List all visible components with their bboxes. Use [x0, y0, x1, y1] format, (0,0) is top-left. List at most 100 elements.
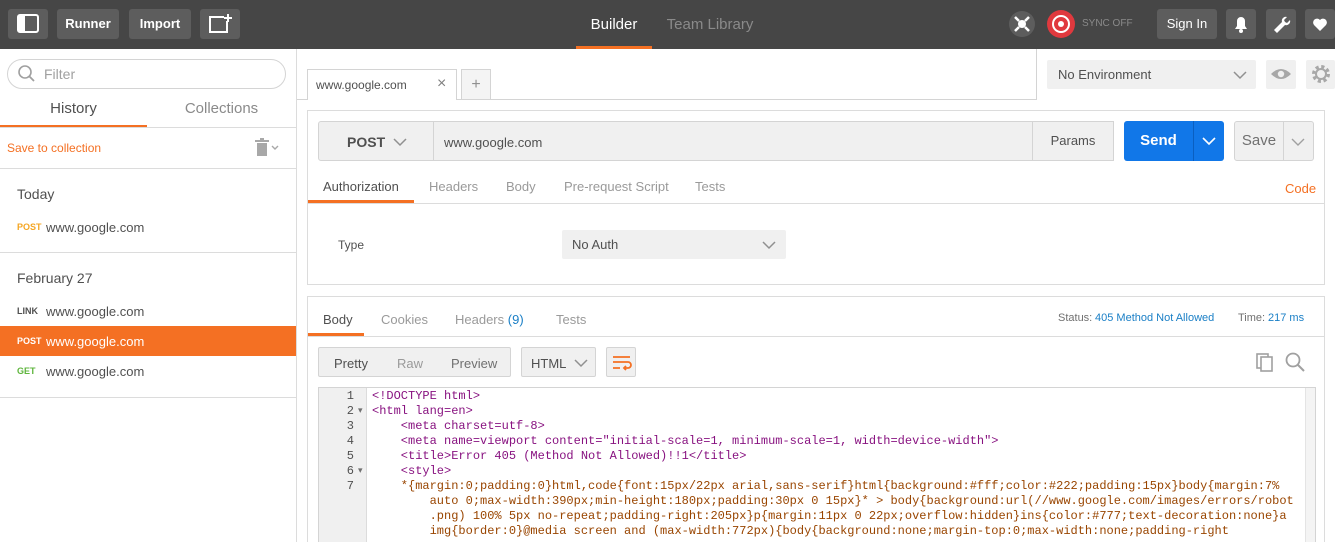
- history-item[interactable]: POST www.google.com: [0, 212, 296, 242]
- settings-button[interactable]: [1266, 9, 1296, 39]
- environment-select[interactable]: No Environment: [1047, 60, 1256, 89]
- chevron-down-icon: [574, 359, 588, 368]
- new-tab-button[interactable]: +: [461, 69, 491, 100]
- history-url: www.google.com: [46, 334, 145, 349]
- tab-history[interactable]: History: [0, 97, 147, 128]
- manage-environments-button[interactable]: [1306, 60, 1335, 89]
- code-text: .png) 100% 5px no-repeat;padding-right:2…: [372, 509, 1287, 523]
- sign-in-button[interactable]: Sign In: [1157, 9, 1217, 39]
- interceptor-button[interactable]: [1006, 9, 1038, 39]
- save-options-button[interactable]: [1284, 121, 1314, 161]
- trash-icon: [255, 138, 279, 156]
- code-text: img{border:0}@media screen and (max-widt…: [372, 524, 1229, 538]
- copy-icon: [1256, 353, 1273, 372]
- runner-button[interactable]: Runner: [57, 9, 119, 39]
- params-button[interactable]: Params: [1032, 121, 1114, 161]
- method-badge: POST: [17, 222, 42, 232]
- tab-response-body[interactable]: Body: [323, 312, 353, 327]
- save-to-collection-link[interactable]: Save to collection: [7, 141, 101, 155]
- auth-type-value: No Auth: [572, 237, 619, 252]
- new-window-icon: [209, 13, 232, 33]
- auth-type-select[interactable]: No Auth: [562, 230, 786, 259]
- send-options-button[interactable]: [1193, 121, 1224, 161]
- format-select[interactable]: HTML: [521, 347, 596, 377]
- method-label: POST: [347, 134, 386, 150]
- code-line: img{border:0}@media screen and (max-widt…: [372, 524, 1229, 538]
- quick-look-button[interactable]: [1266, 60, 1296, 89]
- tab-tests[interactable]: Tests: [695, 179, 725, 194]
- filter-box[interactable]: [7, 59, 286, 89]
- tab-response-tests[interactable]: Tests: [556, 312, 586, 327]
- favorites-button[interactable]: [1305, 9, 1335, 39]
- tab-authorization[interactable]: Authorization: [323, 179, 399, 194]
- wrench-icon: [1274, 16, 1291, 33]
- line-number: 7: [346, 479, 354, 493]
- copy-button[interactable]: [1254, 351, 1276, 373]
- tabs-divider: [0, 127, 296, 128]
- history-item[interactable]: GET www.google.com: [0, 356, 296, 386]
- headers-count: (9): [507, 312, 524, 327]
- group-divider: [0, 252, 296, 253]
- search-icon: [1285, 352, 1305, 372]
- send-button[interactable]: Send: [1124, 121, 1193, 161]
- request-tab-label: www.google.com: [316, 78, 407, 92]
- chevron-down-icon: [1233, 71, 1247, 80]
- sync-button[interactable]: SYNC OFF: [1045, 9, 1140, 39]
- code-text: <meta name=viewport content="initial-sca…: [372, 434, 999, 448]
- code-line: <meta charset=utf-8>: [372, 419, 545, 433]
- tab-response-headers[interactable]: Headers (9): [455, 312, 524, 327]
- sidebar: History Collections Save to collection T…: [0, 49, 297, 542]
- gear-icon: [1312, 65, 1330, 83]
- new-window-button[interactable]: [200, 9, 240, 39]
- view-mode-preview[interactable]: Preview: [451, 356, 497, 371]
- close-tab-icon[interactable]: ×: [437, 75, 446, 93]
- history-url: www.google.com: [46, 220, 145, 235]
- url-input[interactable]: www.google.com: [434, 121, 1033, 161]
- history-item[interactable]: LINK www.google.com: [0, 296, 296, 326]
- filter-input[interactable]: [44, 66, 274, 82]
- code-text: <!DOCTYPE html>: [372, 389, 481, 403]
- environment-label: No Environment: [1058, 67, 1152, 82]
- toggle-sidebar-button[interactable]: [8, 9, 48, 39]
- env-divider: [1036, 49, 1037, 100]
- code-line: <html lang=en>: [372, 404, 473, 418]
- history-item-selected[interactable]: POST www.google.com: [0, 326, 296, 356]
- tab-pre-request-script[interactable]: Pre-request Script: [564, 179, 669, 194]
- code-link[interactable]: Code: [1285, 181, 1316, 196]
- tab-collections[interactable]: Collections: [147, 97, 296, 128]
- tab-cookies[interactable]: Cookies: [381, 312, 428, 327]
- code-text: <style>: [372, 464, 452, 478]
- delete-history-button[interactable]: [254, 138, 284, 158]
- notifications-button[interactable]: [1226, 9, 1256, 39]
- tab-team-library[interactable]: Team Library: [660, 0, 760, 49]
- line-number: 1: [346, 389, 354, 403]
- code-line: <title>Error 405 (Method Not Allowed)!!1…: [372, 449, 747, 463]
- code-text: auto 0;max-width:390px;min-height:180px;…: [372, 494, 1294, 508]
- method-select[interactable]: POST: [318, 121, 434, 161]
- response-divider: [308, 336, 1324, 337]
- line-number: 6: [346, 464, 354, 478]
- view-mode-raw[interactable]: Raw: [397, 356, 423, 371]
- section-divider: [0, 168, 296, 169]
- tab-builder[interactable]: Builder: [576, 0, 652, 49]
- code-text: <title>Error 405 (Method Not Allowed)!!1…: [372, 449, 747, 463]
- tab-body[interactable]: Body: [506, 179, 536, 194]
- wrap-lines-icon: [613, 356, 632, 371]
- history-url: www.google.com: [46, 364, 145, 379]
- code-text: <meta charset=utf-8>: [372, 419, 545, 433]
- tab-headers[interactable]: Headers: [429, 179, 478, 194]
- chevron-down-icon: [393, 138, 407, 147]
- fold-icon[interactable]: ▾: [358, 405, 363, 416]
- format-label: HTML: [531, 356, 567, 371]
- chevron-down-icon: [762, 241, 776, 250]
- sync-icon: [1047, 10, 1075, 38]
- fold-icon[interactable]: ▾: [358, 465, 363, 476]
- view-mode-group: Pretty Raw Preview: [318, 347, 511, 377]
- request-tab[interactable]: www.google.com ×: [307, 69, 457, 100]
- wrap-lines-button[interactable]: [606, 347, 636, 377]
- view-mode-pretty[interactable]: Pretty: [334, 356, 368, 371]
- search-response-button[interactable]: [1284, 351, 1306, 373]
- save-button[interactable]: Save: [1234, 121, 1284, 161]
- import-button[interactable]: Import: [129, 9, 191, 39]
- editor-scrollbar[interactable]: [1305, 388, 1315, 542]
